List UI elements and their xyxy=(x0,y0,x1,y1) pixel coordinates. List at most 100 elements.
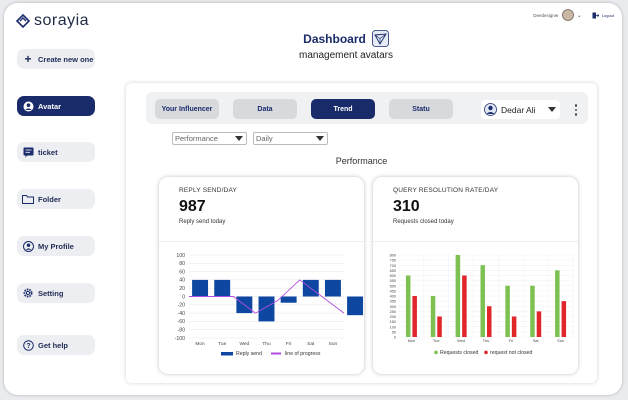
y-tick-label: 20 xyxy=(179,286,185,292)
bar xyxy=(555,270,560,337)
x-tick-label: Sun xyxy=(557,339,564,343)
bar xyxy=(505,285,510,337)
x-tick-label: Tue xyxy=(433,339,439,343)
query-resolution-card: QUERY RESOLUTION RATE/DAY 310 Requests c… xyxy=(373,177,578,374)
user-select-value: Dedar Ali xyxy=(501,104,536,115)
tab-trend[interactable]: Trend xyxy=(311,99,375,119)
chevron-down-icon[interactable]: ⌄ xyxy=(577,12,582,19)
tab-data[interactable]: Data xyxy=(233,99,297,119)
y-tick-label: -40 xyxy=(178,311,186,317)
sidebar-item-folder[interactable]: Folder xyxy=(17,189,95,209)
sidebar-item-avatar[interactable]: Avatar xyxy=(17,96,95,116)
x-tick-label: Sun xyxy=(329,341,338,347)
bar xyxy=(258,296,275,322)
get-help-button[interactable]: ? Get help xyxy=(17,335,95,355)
y-tick-label: 450 xyxy=(390,289,396,293)
page-subtitle: management avatars xyxy=(299,50,393,61)
bar xyxy=(280,296,297,303)
card-divider xyxy=(373,241,578,242)
svg-text:?: ? xyxy=(26,342,30,349)
sidebar-item-setting[interactable]: Setting xyxy=(17,283,95,303)
period-dropdown[interactable]: Daily xyxy=(253,132,328,145)
get-help-label: Get help xyxy=(38,340,69,350)
help-icon: ? xyxy=(22,339,34,351)
y-tick-label: -80 xyxy=(178,328,186,334)
reply-send-chart: 100 80 60 40 20 0 -20 -40 -60 -80 -100 Mon Tue Wed Thu… xyxy=(175,253,364,357)
card-subtitle: Reply send today xyxy=(179,219,226,225)
legend-label: line of progress xyxy=(285,351,321,357)
y-tick-label: 80 xyxy=(179,261,185,267)
brand[interactable]: sorayia xyxy=(16,12,89,30)
section-label: Performance xyxy=(335,156,388,166)
legend-label: request not closed xyxy=(490,350,533,356)
y-tick-label: 250 xyxy=(390,310,396,314)
sidebar-item-label: Folder xyxy=(38,194,61,204)
y-tick-label: -60 xyxy=(178,319,186,325)
y-tick-label: 600 xyxy=(390,274,396,278)
plus-icon: + xyxy=(24,52,32,66)
dashboard-panel: Your Influencer Data Trend Statu Dedar A… xyxy=(126,83,597,383)
y-tick-label: 100 xyxy=(390,325,396,329)
y-tick-label: 0 xyxy=(182,294,185,300)
bar xyxy=(430,296,436,337)
tab-your-influencer[interactable]: Your Influencer xyxy=(155,99,219,119)
message-icon xyxy=(22,146,34,158)
sidebar-item-label: Setting xyxy=(38,288,64,298)
app-window: sorayia + Create new one Avatar ticket F… xyxy=(4,3,622,395)
create-new-button[interactable]: + Create new one xyxy=(17,49,95,69)
caret-down-icon xyxy=(548,107,556,112)
avatar[interactable] xyxy=(561,9,574,21)
tab-statu[interactable]: Statu xyxy=(389,99,453,119)
bar xyxy=(511,316,517,337)
sidebar: sorayia + Create new one Avatar ticket F… xyxy=(4,3,116,395)
card-subtitle: Requests closed today xyxy=(393,219,454,225)
card-value: 987 xyxy=(179,198,206,215)
x-tick-label: Wed xyxy=(239,341,249,347)
x-tick-label: Thu xyxy=(262,341,271,347)
x-tick-label: Tue xyxy=(218,341,226,347)
bar xyxy=(480,265,485,337)
bar xyxy=(437,316,442,337)
x-tick-label: Thu xyxy=(483,339,490,343)
y-tick-label: 400 xyxy=(390,295,396,299)
sidebar-item-my-profile[interactable]: My Profile xyxy=(17,236,95,256)
bar xyxy=(536,311,542,337)
y-tick-label: 0 xyxy=(394,336,396,340)
card-divider xyxy=(159,241,364,242)
reply-send-card: REPLY SEND/DAY 987 Reply send today 100 8… xyxy=(159,177,364,374)
brand-logo-icon xyxy=(16,14,30,28)
x-tick-label: Fri xyxy=(286,341,292,347)
caret-down-icon xyxy=(235,136,243,141)
bar xyxy=(462,275,467,337)
user-circle-icon xyxy=(22,100,34,112)
logout-link[interactable]: Logout xyxy=(602,13,614,18)
page-title: Dashboard xyxy=(303,31,366,46)
gear-icon xyxy=(22,287,34,299)
bar xyxy=(324,279,341,297)
more-options-icon[interactable] xyxy=(574,104,578,116)
y-tick-label: 500 xyxy=(390,284,396,288)
bar xyxy=(561,301,567,337)
user-select[interactable]: Dedar Ali xyxy=(481,100,560,119)
card-title: QUERY RESOLUTION RATE/DAY xyxy=(393,187,499,194)
bar xyxy=(347,296,364,316)
legend-swatch xyxy=(484,350,488,355)
legend-label: Reply send xyxy=(236,351,262,357)
bar xyxy=(405,275,411,337)
bar xyxy=(412,296,417,337)
y-tick-label: 350 xyxy=(390,300,396,304)
y-tick-label: 750 xyxy=(390,259,396,263)
y-tick-label: 50 xyxy=(392,330,396,334)
y-tick-label: 150 xyxy=(390,320,396,324)
metric-dropdown[interactable]: Performance xyxy=(172,132,247,145)
y-tick-label: 700 xyxy=(390,264,396,268)
create-new-label: Create new one xyxy=(38,54,94,64)
dashboard-logo-icon xyxy=(371,30,389,47)
sidebar-item-label: Avatar xyxy=(38,101,62,111)
y-tick-label: 550 xyxy=(390,279,396,283)
logout-icon[interactable] xyxy=(592,12,599,19)
sidebar-item-ticket[interactable]: ticket xyxy=(17,142,95,162)
x-tick-label: Wed xyxy=(457,339,465,343)
bar xyxy=(192,279,209,297)
y-tick-label: -20 xyxy=(178,303,186,309)
